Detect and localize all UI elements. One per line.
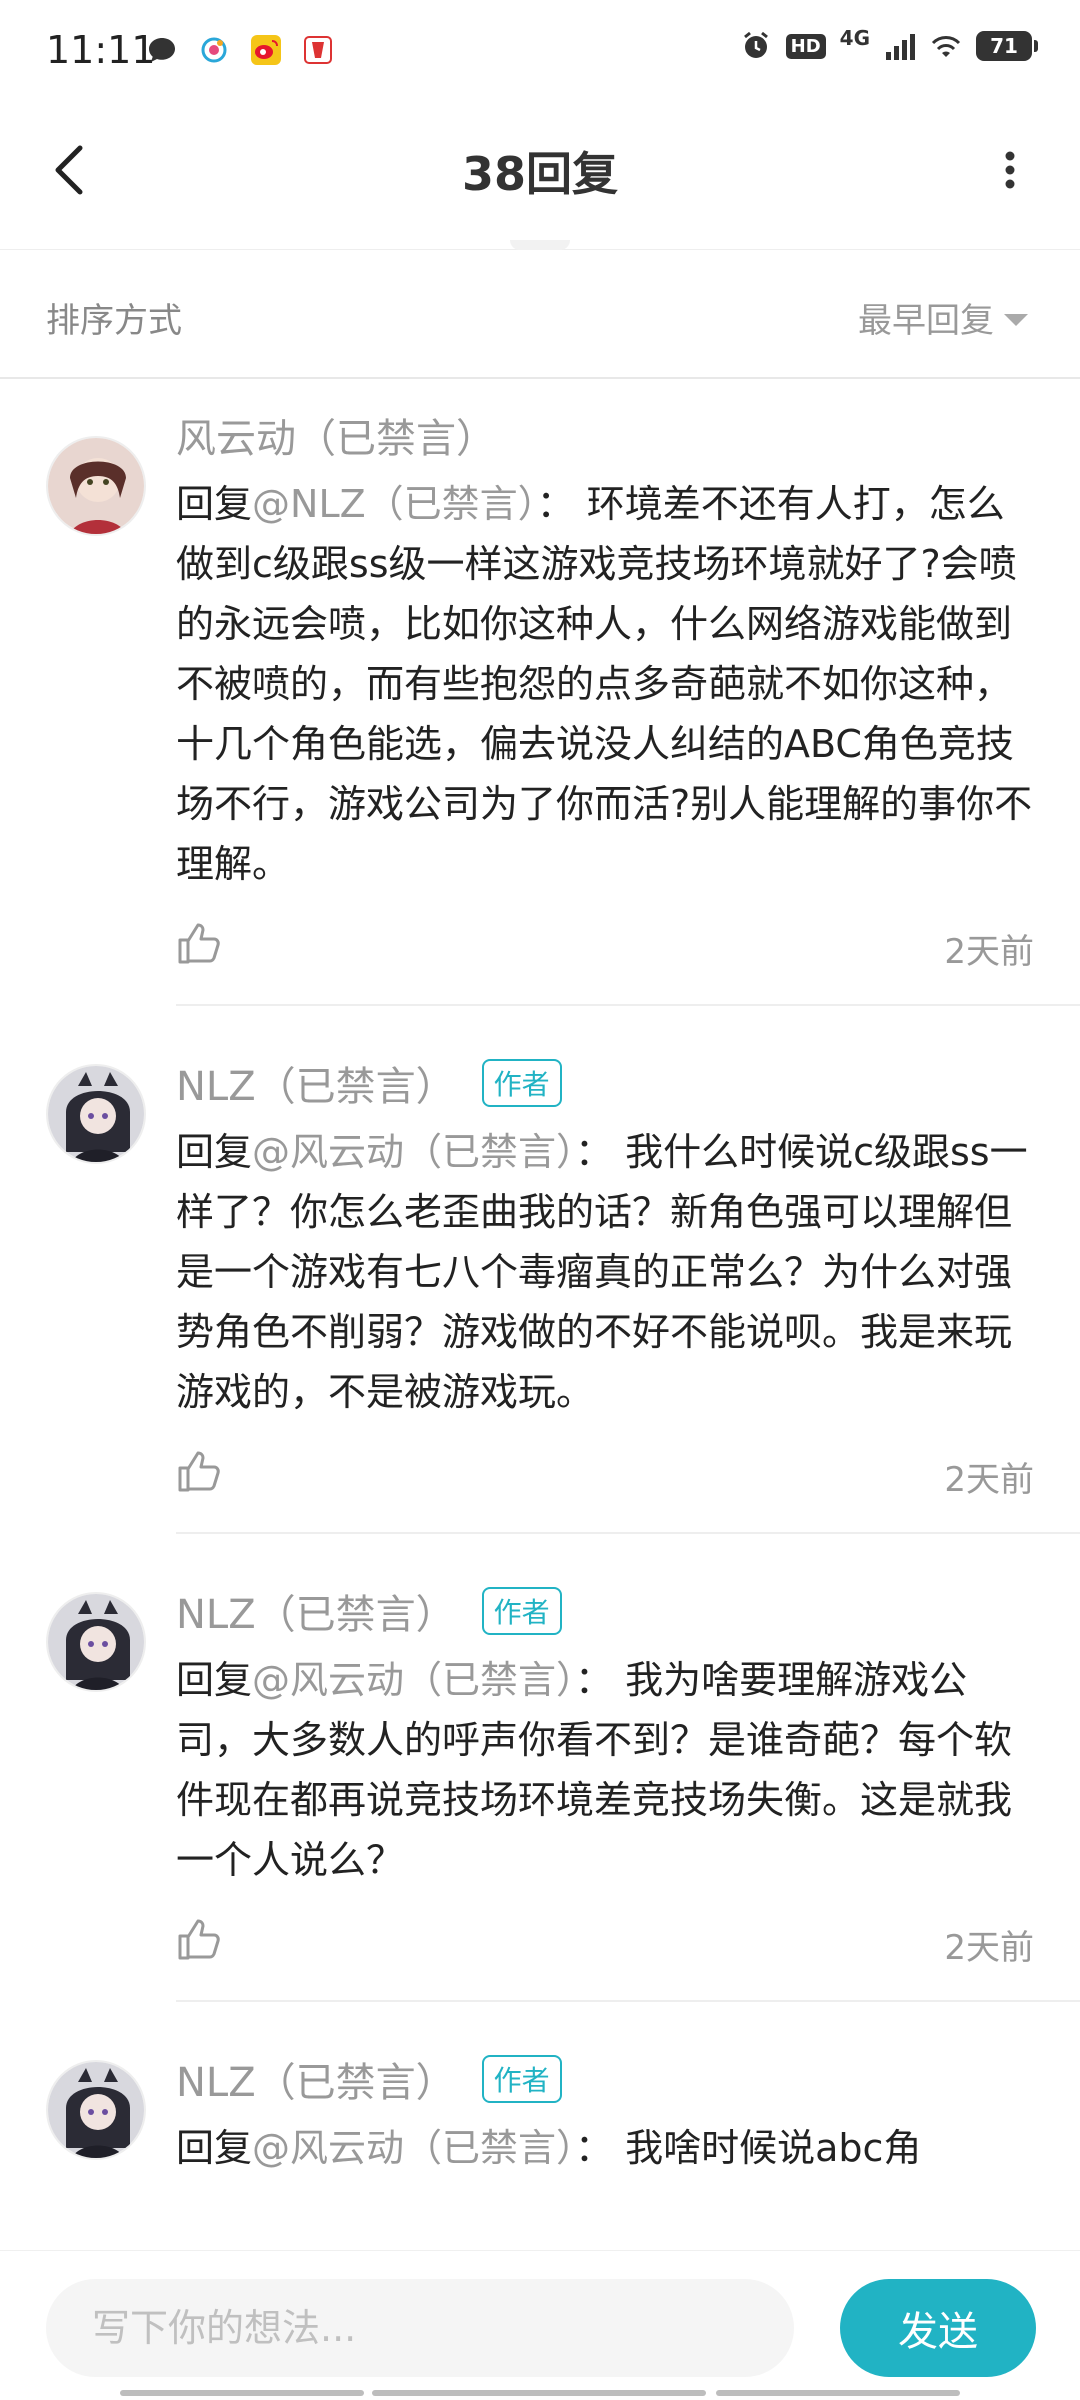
reply-author-row: NLZ（已禁言） 作者 [176, 2044, 1034, 2114]
battery-level: 71 [990, 34, 1018, 58]
sort-dropdown[interactable]: 最早回复 [858, 293, 1028, 342]
reply-prefix: 回复 [176, 1658, 253, 1702]
reply-item: NLZ（已禁言） 作者 回复@风云动（已禁言）： 我啥时候说abc角 [0, 2002, 1080, 2178]
reply-body: ： 我啥时候说abc角 [575, 2126, 922, 2170]
sort-label: 排序方式 [46, 301, 182, 341]
reply-input-bar: 发送 [0, 2250, 1080, 2400]
user-avatar-image [48, 1594, 144, 1690]
reply-footer: 2天前 [176, 1422, 1034, 1532]
reply-author-name[interactable]: NLZ（已禁言） [176, 1054, 456, 1112]
send-button[interactable]: 发送 [840, 2279, 1036, 2377]
weibo-icon [251, 35, 281, 65]
sheet-handle [510, 240, 570, 250]
reply-prefix: 回复 [176, 482, 253, 526]
reply-content[interactable]: 回复@风云动（已禁言）： 我为啥要理解游戏公司，大多数人的呼声你看不到？是谁奇葩… [176, 1650, 1034, 1890]
system-status-icons: HD 4G 71 [740, 26, 1038, 62]
alarm-icon [743, 31, 768, 58]
reply-mention[interactable]: @风云动（已禁言） [252, 2126, 575, 2170]
avatar[interactable] [46, 436, 146, 536]
reply-content[interactable]: 回复@NLZ（已禁言）： 环境差不还有人打，怎么做到c级跟ss级一样这游戏竞技场… [176, 474, 1034, 894]
thumbs-up-icon[interactable] [176, 920, 222, 966]
user-avatar-image [48, 1066, 144, 1162]
caret-down-icon [1004, 313, 1028, 326]
avatar[interactable] [46, 2060, 146, 2160]
more-options-button[interactable] [980, 140, 1040, 200]
thumbs-up-icon[interactable] [176, 1448, 222, 1494]
reply-list[interactable]: 风云动（已禁言） 回复@NLZ（已禁言）： 环境差不还有人打，怎么做到c级跟ss… [0, 380, 1080, 2250]
status-time: 11:11 [46, 28, 156, 72]
reply-author-row: NLZ（已禁言） 作者 [176, 1048, 1034, 1118]
more-vertical-icon [1005, 151, 1015, 189]
gesture-bar-segment [372, 2390, 706, 2396]
avatar[interactable] [46, 1064, 146, 1164]
reply-content[interactable]: 回复@风云动（已禁言）： 我啥时候说abc角 [176, 2118, 1034, 2178]
reply-footer: 2天前 [176, 894, 1034, 1004]
signal-icon [886, 34, 915, 60]
reply-footer: 2天前 [176, 1890, 1034, 2000]
reply-mention[interactable]: @NLZ（已禁言） [252, 482, 537, 526]
reply-prefix: 回复 [176, 2126, 253, 2170]
author-badge: 作者 [481, 1059, 562, 1107]
reply-content[interactable]: 回复@风云动（已禁言）： 我什么时候说c级跟ss一样了？你怎么老歪曲我的话？新角… [176, 1122, 1034, 1422]
reply-prefix: 回复 [176, 1130, 253, 1174]
sort-bar: 排序方式 最早回复 [0, 251, 1080, 379]
reply-author-row: 风云动（已禁言） [176, 400, 1034, 470]
reply-time: 2天前 [944, 1928, 1034, 1968]
status-bar: 11:11 HD 4G 71 [0, 0, 1080, 100]
reply-body: ： 环境差不还有人打，怎么做到c级跟ss级一样这游戏竞技场环境就好了?会喷的永远… [176, 482, 1033, 886]
top-app-bar: 38回复 [0, 100, 1080, 250]
reply-author-row: NLZ（已禁言） 作者 [176, 1576, 1034, 1646]
thumbs-up-icon[interactable] [176, 1916, 222, 1962]
reply-time: 2天前 [944, 1460, 1034, 1500]
avatar[interactable] [46, 1592, 146, 1692]
gesture-bar-segment [120, 2390, 364, 2396]
reply-author-name[interactable]: 风云动（已禁言） [176, 406, 496, 464]
author-badge: 作者 [481, 1587, 562, 1635]
user-avatar-image [48, 2062, 144, 2158]
hd-badge: HD [785, 33, 826, 59]
chat-bubble-icon [149, 38, 175, 62]
network-type: 4G [839, 26, 870, 50]
battery-icon: 71 [976, 31, 1038, 61]
reply-mention[interactable]: @风云动（已禁言） [252, 1658, 575, 1702]
app-icon-colorful [201, 37, 227, 63]
notification-icons [146, 34, 334, 66]
reply-item: 风云动（已禁言） 回复@NLZ（已禁言）： 环境差不还有人打，怎么做到c级跟ss… [0, 380, 1080, 1006]
reply-author-name[interactable]: NLZ（已禁言） [176, 1582, 456, 1640]
reply-author-name[interactable]: NLZ（已禁言） [176, 2050, 456, 2108]
reply-mention[interactable]: @风云动（已禁言） [252, 1130, 575, 1174]
wifi-icon [931, 36, 961, 57]
reply-input[interactable] [46, 2279, 794, 2377]
author-badge: 作者 [481, 2055, 562, 2103]
reply-item: NLZ（已禁言） 作者 回复@风云动（已禁言）： 我为啥要理解游戏公司，大多数人… [0, 1534, 1080, 2002]
page-title: 38回复 [461, 147, 618, 201]
reply-time: 2天前 [944, 932, 1034, 972]
gesture-bar-segment [716, 2390, 960, 2396]
reply-item: NLZ（已禁言） 作者 回复@风云动（已禁言）： 我什么时候说c级跟ss一样了？… [0, 1006, 1080, 1534]
sort-selected-value: 最早回复 [858, 301, 994, 341]
game-app-icon [304, 36, 332, 64]
user-avatar-image [48, 438, 144, 534]
